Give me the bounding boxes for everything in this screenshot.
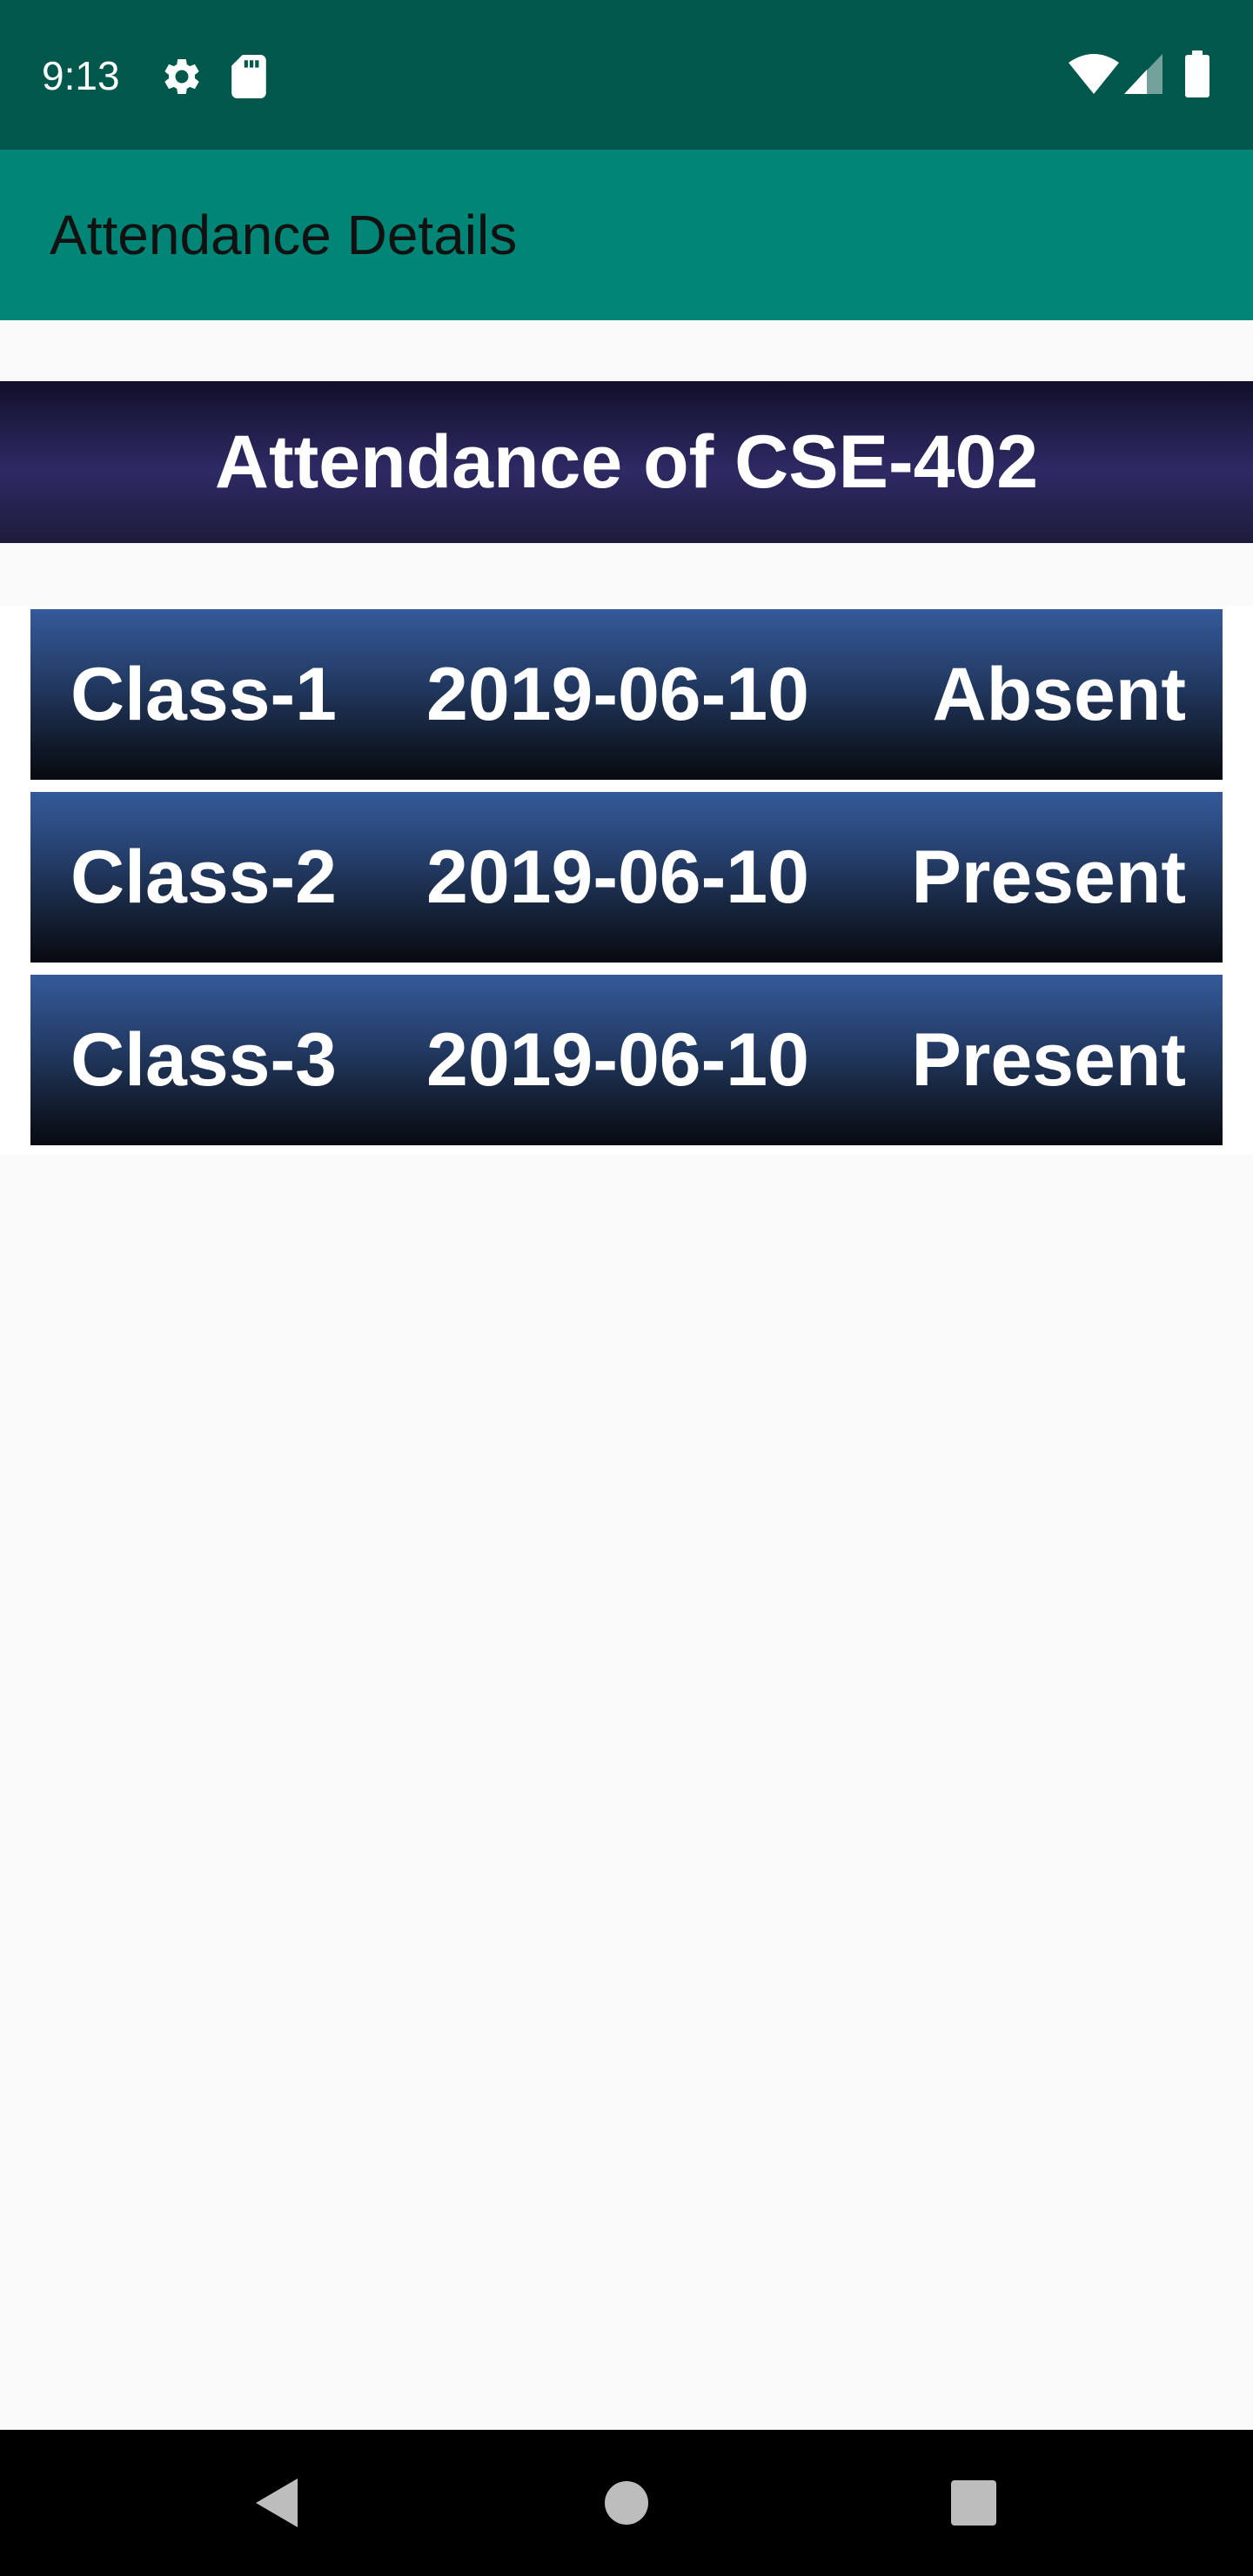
back-icon (256, 2479, 298, 2527)
attendance-row[interactable]: Class-1 2019-06-10 Absent (30, 609, 1223, 780)
navigation-bar (0, 2430, 1253, 2576)
battery-icon (1185, 50, 1209, 97)
class-name: Class-3 (70, 1018, 337, 1102)
home-icon (605, 2481, 648, 2525)
attendance-header-title: Attendance of CSE-402 (214, 419, 1039, 504)
gear-icon (164, 58, 199, 94)
class-date: 2019-06-10 (426, 1018, 809, 1102)
attendance-status: Present (911, 835, 1187, 919)
class-name: Class-1 (70, 653, 337, 736)
list-item[interactable]: Class-3 2019-06-10 Present (0, 971, 1253, 1154)
class-date: 2019-06-10 (426, 835, 809, 919)
cell-signal-icon (1124, 54, 1163, 94)
status-bar: 9:13 (0, 0, 1253, 150)
sd-card-icon (231, 55, 266, 98)
recents-button[interactable] (901, 2430, 1047, 2576)
class-date: 2019-06-10 (426, 653, 809, 736)
attendance-row[interactable]: Class-3 2019-06-10 Present (30, 975, 1223, 1145)
app-title: Attendance Details (50, 204, 518, 266)
attendance-header-banner: Attendance of CSE-402 (0, 381, 1253, 543)
attendance-status: Present (911, 1018, 1187, 1102)
wifi-icon (1069, 54, 1119, 94)
class-name: Class-2 (70, 835, 337, 919)
recents-icon (951, 2480, 996, 2526)
app-bar: Attendance Details (0, 150, 1253, 320)
list-item[interactable]: Class-2 2019-06-10 Present (0, 788, 1253, 971)
home-button[interactable] (553, 2430, 700, 2576)
status-time: 9:13 (42, 53, 120, 98)
back-button[interactable] (204, 2430, 350, 2576)
list-item[interactable]: Class-1 2019-06-10 Absent (0, 606, 1253, 788)
attendance-status: Absent (932, 653, 1186, 736)
attendance-row[interactable]: Class-2 2019-06-10 Present (30, 792, 1223, 963)
